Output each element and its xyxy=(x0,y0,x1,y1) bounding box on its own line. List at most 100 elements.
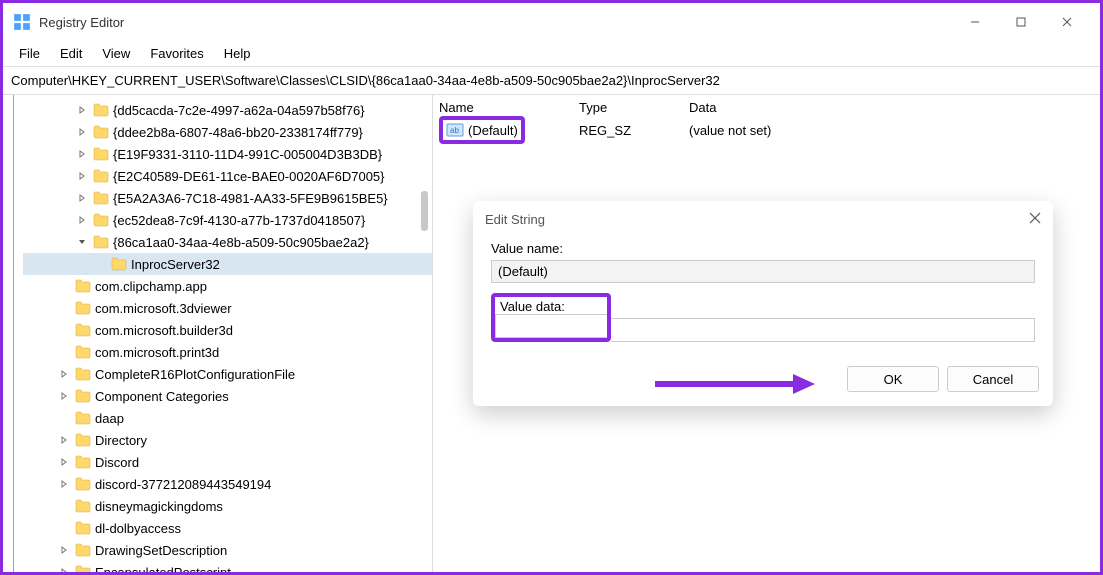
close-button[interactable] xyxy=(1044,7,1090,37)
expand-icon[interactable] xyxy=(75,172,89,180)
tree-item-label: com.microsoft.print3d xyxy=(95,345,219,360)
folder-icon xyxy=(75,323,91,337)
tree-item-label: DrawingSetDescription xyxy=(95,543,227,558)
tree-item[interactable]: dl-dolbyaccess xyxy=(23,517,432,539)
folder-icon xyxy=(75,345,91,359)
tree-item[interactable]: daap xyxy=(23,407,432,429)
expand-icon[interactable] xyxy=(75,128,89,136)
tree-item[interactable]: CompleteR16PlotConfigurationFile xyxy=(23,363,432,385)
tree-item[interactable]: {ec52dea8-7c9f-4130-a77b-1737d0418507} xyxy=(23,209,432,231)
tree-item-label: discord-377212089443549194 xyxy=(95,477,271,492)
arrow-annotation xyxy=(655,372,815,396)
tree-item-label: {dd5cacda-7c2e-4997-a62a-04a597b58f76} xyxy=(113,103,365,118)
menu-file[interactable]: File xyxy=(9,43,50,64)
folder-icon xyxy=(93,235,109,249)
row-data: (value not set) xyxy=(689,123,1100,138)
tree-scrollbar-thumb[interactable] xyxy=(421,191,428,231)
tree-item[interactable]: {E5A2A3A6-7C18-4981-AA33-5FE9B9615BE5} xyxy=(23,187,432,209)
expand-icon[interactable] xyxy=(75,216,89,224)
folder-icon xyxy=(93,125,109,139)
tree-item[interactable]: {86ca1aa0-34aa-4e8b-a509-50c905bae2a2} xyxy=(23,231,432,253)
expand-icon[interactable] xyxy=(57,392,71,400)
expand-icon[interactable] xyxy=(75,194,89,202)
folder-icon xyxy=(75,499,91,513)
tree-item[interactable]: InprocServer32 xyxy=(23,253,432,275)
tree-item[interactable]: Directory xyxy=(23,429,432,451)
expand-icon[interactable] xyxy=(75,106,89,114)
tree-item-label: Discord xyxy=(95,455,139,470)
dialog-titlebar[interactable]: Edit String xyxy=(473,201,1053,237)
column-name[interactable]: Name xyxy=(439,100,579,115)
expand-icon[interactable] xyxy=(57,370,71,378)
folder-icon xyxy=(75,301,91,315)
tree-item-label: dl-dolbyaccess xyxy=(95,521,181,536)
tree-item-label: {E19F9331-3110-11D4-991C-005004D3B3DB} xyxy=(113,147,382,162)
value-name-label: Value name: xyxy=(491,241,1035,256)
tree-item[interactable]: {E19F9331-3110-11D4-991C-005004D3B3DB} xyxy=(23,143,432,165)
tree-item-label: {E5A2A3A6-7C18-4981-AA33-5FE9B9615BE5} xyxy=(113,191,388,206)
highlight-default-value: ab (Default) xyxy=(439,116,525,144)
tree-item[interactable]: DrawingSetDescription xyxy=(23,539,432,561)
tree-item[interactable]: disneymagickingdoms xyxy=(23,495,432,517)
menu-help[interactable]: Help xyxy=(214,43,261,64)
folder-icon xyxy=(75,565,91,572)
tree-item-label: daap xyxy=(95,411,124,426)
expand-icon[interactable] xyxy=(57,480,71,488)
tree-item-label: com.microsoft.builder3d xyxy=(95,323,233,338)
value-data-input-left[interactable] xyxy=(495,314,607,338)
tree-item[interactable]: {ddee2b8a-6807-48a6-bb20-2338174ff779} xyxy=(23,121,432,143)
edit-string-dialog: Edit String Value name: (Default) Value … xyxy=(473,201,1053,406)
cancel-button[interactable]: Cancel xyxy=(947,366,1039,392)
maximize-button[interactable] xyxy=(998,7,1044,37)
folder-icon xyxy=(75,521,91,535)
tree-item[interactable]: com.microsoft.3dviewer xyxy=(23,297,432,319)
tree-item-label: {86ca1aa0-34aa-4e8b-a509-50c905bae2a2} xyxy=(113,235,369,250)
tree-item-label: com.clipchamp.app xyxy=(95,279,207,294)
tree-pane[interactable]: {dd5cacda-7c2e-4997-a62a-04a597b58f76} {d… xyxy=(3,95,433,572)
tree-item[interactable]: com.microsoft.builder3d xyxy=(23,319,432,341)
address-input[interactable] xyxy=(7,71,1096,90)
tree-item-label: {ec52dea8-7c9f-4130-a77b-1737d0418507} xyxy=(113,213,365,228)
string-value-icon: ab xyxy=(446,121,464,139)
svg-text:ab: ab xyxy=(450,126,459,135)
list-row-default[interactable]: ab (Default) REG_SZ (value not set) xyxy=(433,119,1100,141)
titlebar: Registry Editor xyxy=(3,3,1100,41)
expand-icon[interactable] xyxy=(57,546,71,554)
collapse-icon[interactable] xyxy=(75,238,89,246)
value-data-label: Value data: xyxy=(495,297,607,314)
menu-edit[interactable]: Edit xyxy=(50,43,92,64)
value-data-input[interactable] xyxy=(611,318,1035,342)
menu-favorites[interactable]: Favorites xyxy=(140,43,213,64)
expand-icon[interactable] xyxy=(57,458,71,466)
tree-item-label: {ddee2b8a-6807-48a6-bb20-2338174ff779} xyxy=(113,125,363,140)
window-controls xyxy=(952,7,1090,37)
tree-item[interactable]: Discord xyxy=(23,451,432,473)
column-data[interactable]: Data xyxy=(689,100,1100,115)
tree-item-label: CompleteR16PlotConfigurationFile xyxy=(95,367,295,382)
tree-item-label: disneymagickingdoms xyxy=(95,499,223,514)
column-type[interactable]: Type xyxy=(579,100,689,115)
highlight-value-data: Value data: xyxy=(491,293,611,342)
dialog-body: Value name: (Default) Value data: xyxy=(473,237,1053,358)
folder-icon xyxy=(75,477,91,491)
tree-item[interactable]: EncapsulatedPostscript xyxy=(23,561,432,572)
tree-item[interactable]: {E2C40589-DE61-11ce-BAE0-0020AF6D7005} xyxy=(23,165,432,187)
folder-icon xyxy=(75,455,91,469)
dialog-title: Edit String xyxy=(485,212,545,227)
value-name-field: (Default) xyxy=(491,260,1035,283)
tree-item[interactable]: com.clipchamp.app xyxy=(23,275,432,297)
tree-item-label: InprocServer32 xyxy=(131,257,220,272)
folder-icon xyxy=(93,191,109,205)
tree-item[interactable]: {dd5cacda-7c2e-4997-a62a-04a597b58f76} xyxy=(23,99,432,121)
minimize-button[interactable] xyxy=(952,7,998,37)
folder-icon xyxy=(75,411,91,425)
expand-icon[interactable] xyxy=(75,150,89,158)
expand-icon[interactable] xyxy=(57,568,71,572)
ok-button[interactable]: OK xyxy=(847,366,939,392)
dialog-close-button[interactable] xyxy=(1029,211,1041,228)
menu-view[interactable]: View xyxy=(92,43,140,64)
tree-item[interactable]: Component Categories xyxy=(23,385,432,407)
tree-item[interactable]: discord-377212089443549194 xyxy=(23,473,432,495)
expand-icon[interactable] xyxy=(57,436,71,444)
tree-item[interactable]: com.microsoft.print3d xyxy=(23,341,432,363)
